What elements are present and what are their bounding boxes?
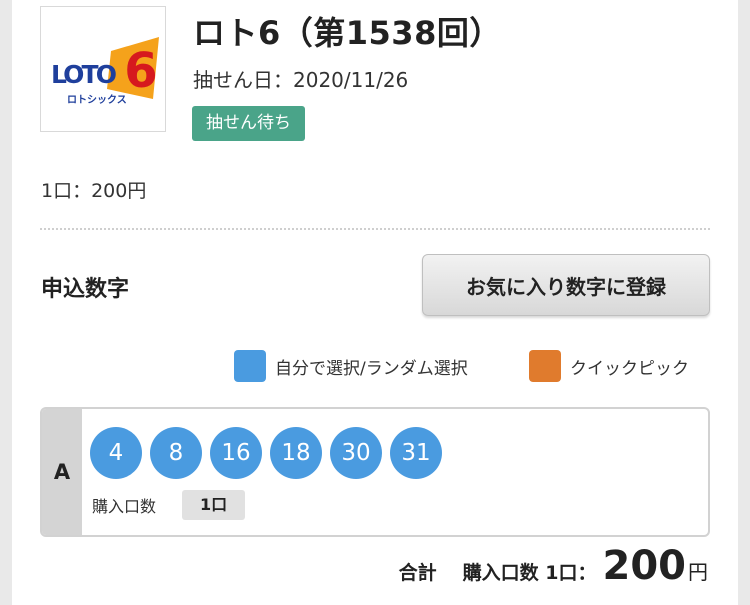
legend-swatch-orange <box>529 350 561 382</box>
loto6-logo: 6 LOTO ロトシックス <box>40 6 166 132</box>
legend-quick-pick: クイックピック <box>529 349 689 383</box>
quantity-badge: 1口 <box>182 490 246 520</box>
register-favorite-button[interactable]: お気に入り数字に登録 <box>422 254 710 316</box>
page-title: ロト6（第1538回） <box>193 14 502 52</box>
draw-date: 抽せん日：2020/11/26 <box>193 68 409 92</box>
total-label: 合計 <box>398 562 437 584</box>
total-amount: 200 <box>602 543 687 589</box>
quantity-label: 購入口数 <box>92 497 157 516</box>
number-balls: 4 8 16 18 30 31 <box>90 427 450 479</box>
legend-self-select: 自分で選択/ランダム選択 <box>234 349 468 383</box>
logo-wordmark: LOTO <box>51 60 117 89</box>
total-count: 購入口数 1口： <box>462 562 597 584</box>
number-ball: 16 <box>210 427 262 479</box>
legend-label: クイックピック <box>570 358 689 379</box>
entry-row-a: A 4 8 16 18 30 31 購入口数 1口 <box>40 407 710 537</box>
legend-swatch-blue <box>234 350 266 382</box>
number-ball: 8 <box>150 427 202 479</box>
status-badge: 抽せん待ち <box>192 106 305 141</box>
number-ball: 18 <box>270 427 322 479</box>
numbers-section-title: 申込数字 <box>41 277 130 302</box>
total-summary: 合計 購入口数 1口： 200 円 <box>399 543 708 589</box>
ticket-card: 6 LOTO ロトシックス ロト6（第1538回） 抽せん日：2020/11/2… <box>12 0 738 605</box>
unit-price: 1口：200円 <box>41 180 147 202</box>
logo-kana: ロトシックス <box>67 94 127 106</box>
number-ball: 30 <box>330 427 382 479</box>
divider <box>40 228 710 230</box>
number-ball: 31 <box>390 427 442 479</box>
logo-digit: 6 <box>124 43 157 99</box>
entry-letter: A <box>42 409 82 535</box>
number-ball: 4 <box>90 427 142 479</box>
total-unit: 円 <box>688 560 708 584</box>
legend-label: 自分で選択/ランダム選択 <box>275 358 468 379</box>
